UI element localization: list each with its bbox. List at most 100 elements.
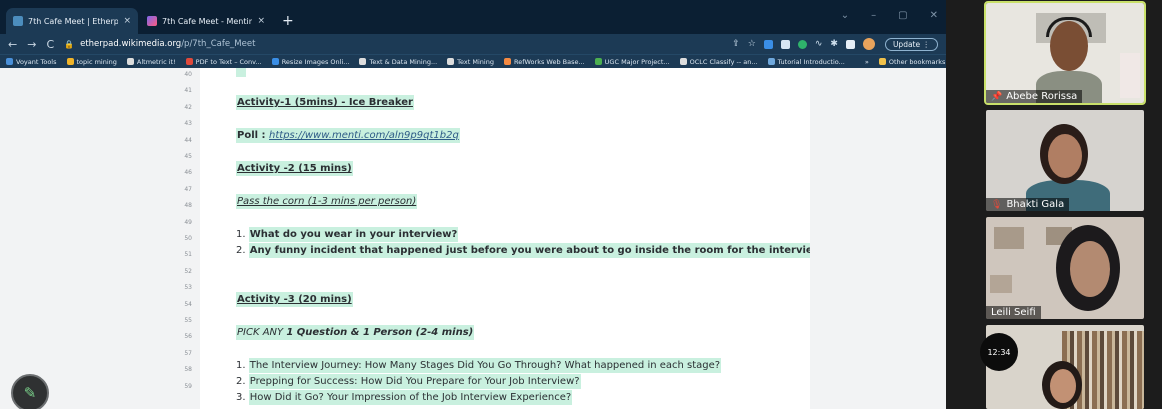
extension-icon[interactable] xyxy=(797,39,807,49)
pad-line: Activity -3 (20 mins) xyxy=(236,292,353,307)
line-number: 47 xyxy=(184,185,192,193)
list-number: 2. xyxy=(236,376,246,387)
participant-face xyxy=(1048,134,1082,178)
update-label: Update xyxy=(892,39,921,49)
bookmark-label: Text & Data Mining... xyxy=(369,57,438,66)
poll-label: Poll : xyxy=(237,130,270,141)
extension-icon[interactable] xyxy=(763,39,773,49)
extension-icon[interactable] xyxy=(780,39,790,49)
bookmark-favicon-icon xyxy=(271,58,279,65)
folder-icon xyxy=(878,58,886,65)
back-arrow-icon[interactable]: ← xyxy=(8,38,17,51)
list-number: 3. xyxy=(236,392,246,403)
bookmark-item[interactable]: RefWorks Web Base... xyxy=(503,57,585,66)
bookmark-favicon-icon xyxy=(679,58,687,65)
minimize-icon[interactable]: – xyxy=(871,10,876,21)
close-window-icon[interactable]: ✕ xyxy=(930,10,938,21)
lock-icon: 🔒 xyxy=(64,39,75,49)
bookmark-label: PDF to Text – Conv... xyxy=(195,57,262,66)
line-number: 41 xyxy=(184,87,192,95)
tab-title: 7th Cafe Meet - Mentimeter xyxy=(162,16,252,26)
bookmark-label: Text Mining xyxy=(457,57,494,66)
tab-mentimeter[interactable]: 7th Cafe Meet - Mentimeter × xyxy=(140,8,272,34)
bookmarks-more-label: » xyxy=(864,57,869,66)
bookmark-item[interactable]: topic mining xyxy=(66,57,117,66)
other-bookmarks[interactable]: Other bookmarks xyxy=(878,58,945,66)
bookmark-item[interactable]: UGC Major Project... xyxy=(594,58,670,66)
pad-line: PICK ANY 1 Question & 1 Person (2-4 mins… xyxy=(236,325,475,340)
line-number: 48 xyxy=(184,202,192,210)
star-icon[interactable]: ☆ xyxy=(748,39,756,49)
video-tile[interactable]: 🎙 Bhakti Gala xyxy=(986,110,1144,211)
activity-3-heading: Activity -3 (20 mins) xyxy=(236,292,353,307)
extension-icon[interactable]: ∿ xyxy=(815,39,823,49)
address-bar[interactable]: 🔒 etherpad.wikimedia.org /p/7th_Cafe_Mee… xyxy=(64,39,722,49)
bookmark-item[interactable]: Text & Data Mining... xyxy=(359,58,437,66)
line-number: 43 xyxy=(184,120,192,128)
bookmark-item[interactable]: Tutorial Introductio... xyxy=(767,57,845,66)
poll-line: Poll : https://www.menti.com/aln9p9qt1b2… xyxy=(236,128,460,143)
mic-off-icon: 🎙 xyxy=(991,199,1003,210)
profile-avatar[interactable] xyxy=(862,38,875,50)
question-text: What do you wear in your interview? xyxy=(248,227,459,242)
window-controls: ⌄ – ▢ ✕ xyxy=(841,10,938,21)
line-number: 40 xyxy=(184,71,192,78)
bookmark-favicon-icon xyxy=(126,58,134,65)
annotate-pen-button[interactable]: ✎ xyxy=(11,374,49,409)
line-number: 42 xyxy=(184,103,192,111)
bookmarks-more-button[interactable]: » xyxy=(865,58,869,66)
bookmark-label: RefWorks Web Base... xyxy=(513,57,585,66)
video-tile[interactable]: Leili Seifi xyxy=(986,217,1144,319)
bookmark-item[interactable]: Resize Images Onli... xyxy=(271,58,349,66)
bookmark-favicon-icon xyxy=(66,58,74,65)
share-icon[interactable]: ⇪ xyxy=(732,39,740,49)
bookmark-item[interactable]: Voyant Tools xyxy=(6,58,57,66)
chevron-down-icon[interactable]: ⌄ xyxy=(841,10,849,21)
tab-etherpad[interactable]: 7th Cafe Meet | Etherpad × xyxy=(6,8,138,34)
video-tile[interactable]: 📌 Abebe Rorissa xyxy=(984,1,1146,105)
tab-bar: 7th Cafe Meet | Etherpad × 7th Cafe Meet… xyxy=(0,0,946,34)
new-tab-button[interactable]: + xyxy=(274,8,302,34)
update-button[interactable]: Update ⋮ xyxy=(884,37,938,51)
question-text: How Did it Go? Your Impression of the Jo… xyxy=(248,390,573,405)
forward-arrow-icon[interactable]: → xyxy=(27,38,36,51)
line-number: 53 xyxy=(184,284,192,292)
bookmark-label: Voyant Tools xyxy=(16,57,57,66)
close-tab-icon[interactable]: × xyxy=(257,16,265,26)
sidebar-icon[interactable] xyxy=(845,39,855,49)
bookmark-item[interactable]: PDF to Text – Conv... xyxy=(185,57,262,66)
line-number: 46 xyxy=(184,169,192,177)
call-timer: 12:34 xyxy=(980,333,1018,371)
question-text: The Interview Journey: How Many Stages D… xyxy=(248,358,722,373)
line-number: 59 xyxy=(184,382,192,390)
bookmark-item[interactable]: Text Mining xyxy=(447,58,494,66)
poll-link[interactable]: https://www.menti.com/aln9p9qt1b2q xyxy=(269,130,459,141)
list-number: 2. xyxy=(236,245,246,256)
pad-line: Activity-1 (5mins) - Ice Breaker xyxy=(236,95,414,110)
bookmark-item[interactable]: OCLC Classify -- an... xyxy=(679,58,758,66)
bookmark-label: Tutorial Introductio... xyxy=(777,57,845,66)
mentimeter-favicon-icon xyxy=(147,16,157,26)
line-number-gutter: 40 41 42 43 44 45 46 47 48 49 50 51 52 53 54 55 56 57 58 59 xyxy=(170,68,200,409)
maximize-icon[interactable]: ▢ xyxy=(898,10,907,21)
list-item: 1. The Interview Journey: How Many Stage… xyxy=(236,358,722,373)
activity-1-heading: Activity-1 (5mins) - Ice Breaker xyxy=(236,95,414,110)
background-object xyxy=(1120,53,1140,98)
bookmark-favicon-icon xyxy=(594,58,602,65)
highlight-fragment xyxy=(236,68,246,77)
bookmark-label: topic mining xyxy=(76,57,117,66)
pad-document[interactable]: Activity-1 (5mins) - Ice Breaker Poll : … xyxy=(200,68,827,409)
bookmark-favicon-icon xyxy=(503,58,511,65)
line-number: 45 xyxy=(184,153,192,160)
bookmark-favicon-icon xyxy=(6,58,13,65)
pick-any-text: PICK ANY xyxy=(237,327,287,338)
participant-name: Abebe Rorissa xyxy=(1006,91,1078,102)
reload-icon[interactable]: C xyxy=(46,38,54,51)
close-tab-icon[interactable]: × xyxy=(123,16,131,26)
pen-icon: ✎ xyxy=(23,384,37,402)
pad-line: Poll : https://www.menti.com/aln9p9qt1b2… xyxy=(236,128,460,143)
puzzle-icon[interactable]: ✱ xyxy=(830,39,838,49)
participant-face xyxy=(1050,369,1076,403)
bookmark-item[interactable]: Altmetric it! xyxy=(126,58,176,66)
wall-frame xyxy=(990,275,1012,293)
